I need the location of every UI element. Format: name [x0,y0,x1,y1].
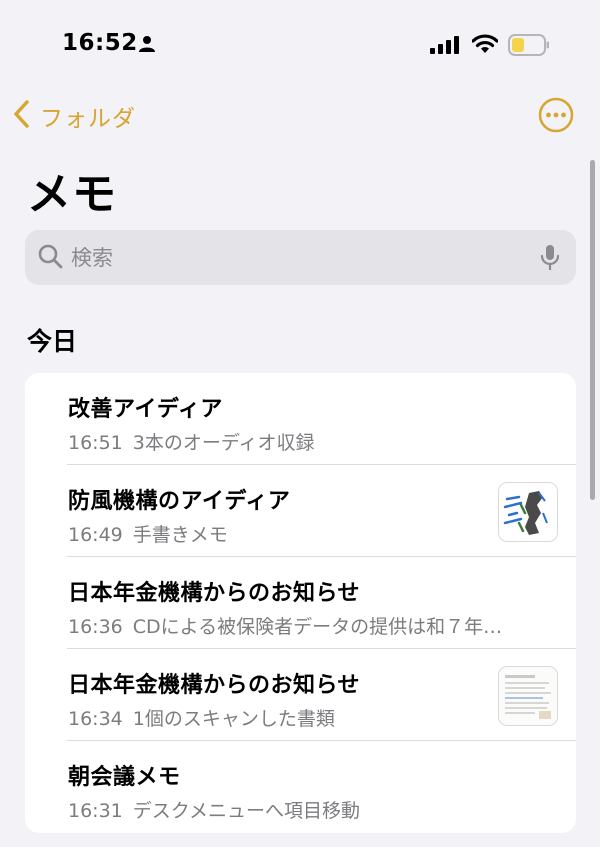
status-bar: 16:52 [0,0,600,90]
note-time: 16:36 [68,616,123,638]
note-row[interactable]: 日本年金機構からのお知らせ 16:34 1個のスキャンした書類 [25,649,576,741]
note-title: 日本年金機構からのお知らせ [68,673,361,698]
search-icon [37,243,63,273]
note-time: 16:34 [68,708,123,730]
back-label: フォルダ [40,106,136,132]
battery-icon [508,34,550,60]
note-preview: 手書きメモ [132,524,228,546]
note-row[interactable]: 朝会議メモ 16:31 デスクメニューへ項目移動 [25,741,576,833]
mic-icon[interactable] [540,244,560,276]
page-title: メモ [27,169,117,220]
note-meta: 16:34 1個のスキャンした書類 [68,704,563,731]
note-time: 16:49 [68,524,123,546]
notes-list: 改善アイディア 16:51 3本のオーディオ収録 防風機構のアイディア 16:49… [25,373,576,833]
note-time: 16:51 [68,432,123,454]
wifi-icon [471,33,499,59]
note-meta: 16:51 3本のオーディオ収録 [68,428,563,455]
signal-icon [430,36,462,58]
note-preview: CDによる被保険者データの提供は和７年… [132,616,503,638]
search-input[interactable] [71,245,511,270]
note-meta: 16:36 CDによる被保険者データの提供は和７年… [68,612,563,639]
note-preview: 3本のオーディオ収録 [132,432,315,454]
note-preview: デスクメニューへ項目移動 [132,800,361,822]
note-meta: 16:49 手書きメモ [68,520,563,547]
note-title: 改善アイディア [68,397,223,422]
more-icon [538,97,574,137]
sketch-thumbnail [498,482,558,542]
section-header-today: 今日 [27,327,78,356]
note-title: 日本年金機構からのお知らせ [68,581,361,606]
more-button[interactable] [538,97,574,137]
search-bar[interactable] [25,230,576,285]
scanned-document-thumbnail [498,666,558,726]
note-row[interactable]: 日本年金機構からのお知らせ 16:36 CDによる被保険者データの提供は和７年… [25,557,576,649]
person-icon [138,35,156,57]
note-row[interactable]: 防風機構のアイディア 16:49 手書きメモ [25,465,576,557]
scroll-indicator[interactable] [590,160,595,500]
note-preview: 1個のスキャンした書類 [132,708,335,730]
note-meta: 16:31 デスクメニューへ項目移動 [68,796,563,823]
back-button[interactable]: フォルダ [12,98,136,134]
note-time: 16:31 [68,800,123,822]
status-time: 16:52 [62,30,138,56]
note-row[interactable]: 改善アイディア 16:51 3本のオーディオ収録 [25,373,576,465]
note-title: 朝会議メモ [68,765,181,790]
chevron-left-icon [12,99,30,133]
note-title: 防風機構のアイディア [68,489,291,514]
